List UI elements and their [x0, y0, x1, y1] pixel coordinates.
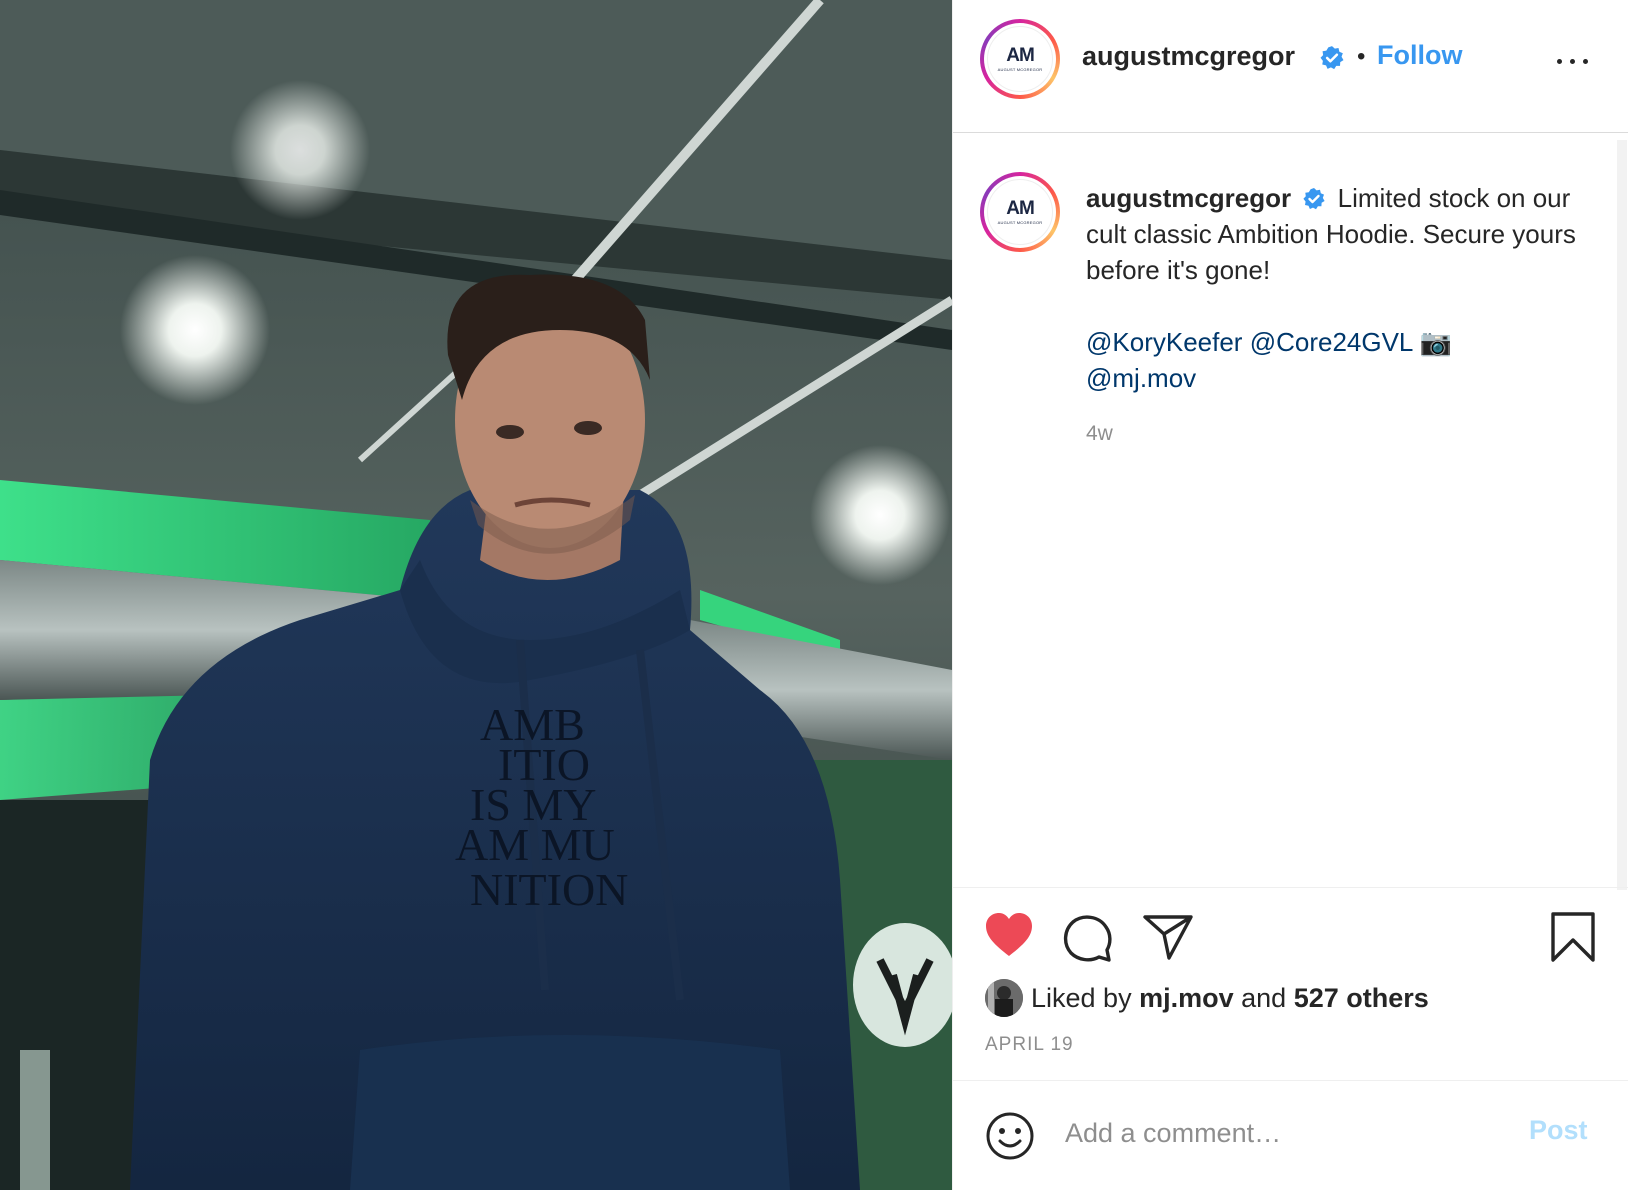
caption-text: augustmcgregor Limited stock on our cult…	[1086, 180, 1586, 396]
author-avatar[interactable]: AM AUGUST MCGREGOR	[980, 19, 1060, 99]
post-side-panel: AM AUGUST MCGREGOR augustmcgregor • Foll…	[952, 0, 1628, 1190]
caption-time-ago[interactable]: 4w	[1086, 422, 1113, 446]
header-separator: •	[1357, 43, 1366, 70]
avatar-logo-subtext: AUGUST MCGREGOR	[997, 67, 1043, 72]
liker-avatar[interactable]	[985, 979, 1023, 1017]
svg-text:AM MU: AM MU	[455, 819, 615, 870]
liked-by-row: Liked by mj.mov and 527 others	[985, 978, 1429, 1018]
liked-by-others[interactable]: 527 others	[1294, 983, 1429, 1014]
verified-badge-icon	[1303, 188, 1325, 210]
liker-avatar-image	[985, 979, 1023, 1017]
share-icon[interactable]	[1143, 914, 1193, 960]
liked-by-user[interactable]: mj.mov	[1139, 983, 1234, 1014]
caption-username[interactable]: augustmcgregor	[1086, 183, 1291, 213]
emoji-icon[interactable]	[985, 1111, 1035, 1161]
svg-text:NITION: NITION	[470, 864, 628, 915]
follow-button[interactable]: Follow	[1377, 40, 1462, 71]
caption-section: AM AUGUST MCGREGOR augustmcgregor Limite…	[953, 132, 1628, 887]
mention-core24gvl[interactable]: @Core24GVL	[1250, 327, 1413, 357]
heart-icon[interactable]	[985, 912, 1033, 958]
comment-icon[interactable]	[1063, 912, 1113, 962]
mention-mjmov[interactable]: @mj.mov	[1086, 363, 1196, 393]
avatar-logo-text: AM	[1006, 45, 1035, 66]
header-username[interactable]: augustmcgregor	[1082, 41, 1295, 72]
post-photo[interactable]: AMB ITIO IS MY AM MU NITION	[0, 0, 952, 1190]
bookmark-icon[interactable]	[1551, 912, 1595, 962]
caption-avatar[interactable]: AM AUGUST MCGREGOR	[980, 172, 1060, 252]
scrollbar[interactable]	[1617, 140, 1627, 890]
action-bar: Liked by mj.mov and 527 others APRIL 19	[953, 887, 1628, 1081]
comment-input[interactable]	[1063, 1107, 1497, 1159]
more-options-icon[interactable]	[1557, 56, 1591, 66]
comment-bar: Post	[953, 1080, 1628, 1191]
liked-by-prefix: Liked by	[1031, 982, 1132, 1013]
verified-badge-icon	[1320, 46, 1344, 70]
mention-korykeefer[interactable]: @KoryKeefer	[1086, 327, 1242, 357]
caption-avatar-logo-subtext: AUGUST MCGREGOR	[997, 220, 1043, 225]
post-date[interactable]: APRIL 19	[985, 1034, 1074, 1056]
post-image: AMB ITIO IS MY AM MU NITION	[0, 0, 952, 1190]
post-comment-button[interactable]: Post	[1529, 1115, 1588, 1146]
camera-icon: 📷	[1419, 327, 1453, 357]
caption-avatar-logo-text: AM	[1006, 198, 1035, 219]
post-header: AM AUGUST MCGREGOR augustmcgregor • Foll…	[953, 0, 1628, 133]
liked-by-and: and	[1241, 982, 1287, 1013]
